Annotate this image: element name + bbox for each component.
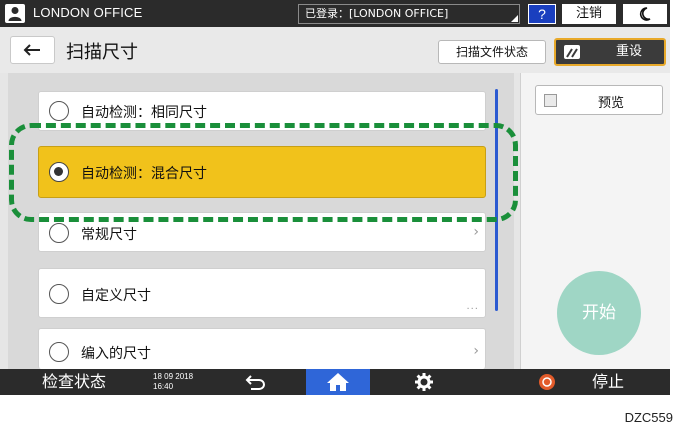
corner-triangle-icon	[511, 15, 518, 22]
page-title: 扫描尺寸	[66, 42, 138, 63]
reset-button[interactable]: 重设	[554, 38, 666, 66]
login-status-label: 已登录：[LONDON OFFICE]	[305, 7, 449, 20]
option-custom-size[interactable]: 自定义尺寸 ···	[38, 268, 486, 318]
scan-status-button[interactable]: 扫描文件状态	[438, 40, 546, 64]
document-code: DZC559	[624, 410, 673, 425]
preview-checkbox[interactable]	[544, 94, 557, 107]
user-icon	[8, 7, 22, 21]
arrow-left-icon	[23, 44, 40, 56]
preview-label: 预览	[598, 96, 625, 111]
moon-icon	[639, 7, 651, 21]
reset-icon	[564, 45, 580, 59]
option-programmed-size[interactable]: 编入的尺寸 ›	[38, 328, 486, 369]
start-button[interactable]: 开始	[557, 271, 641, 355]
settings-button[interactable]	[408, 369, 440, 395]
bottom-bar: 检查状态 18 09 2018 16:40 停止	[0, 369, 670, 395]
option-label: 自动检测：相同尺寸	[81, 105, 207, 121]
page-header: 扫描尺寸 扫描文件状态 重设	[0, 27, 670, 73]
datetime: 18 09 2018 16:40	[153, 372, 193, 392]
radio-button[interactable]	[49, 342, 69, 362]
reset-label: 重设	[616, 44, 643, 59]
highlight-frame	[9, 123, 518, 222]
sleep-button[interactable]	[623, 4, 667, 24]
chevron-right-icon: ›	[473, 343, 479, 359]
stop-icon	[539, 374, 555, 390]
home-icon	[327, 373, 349, 391]
radio-button[interactable]	[49, 223, 69, 243]
preview-button[interactable]: 预览	[535, 85, 663, 115]
gear-icon	[415, 373, 433, 391]
radio-button[interactable]	[49, 101, 69, 121]
user-button[interactable]	[5, 4, 25, 23]
radio-button[interactable]	[49, 284, 69, 304]
office-name: LONDON OFFICE	[33, 5, 143, 20]
chevron-right-icon: ›	[473, 224, 479, 240]
date: 18 09 2018	[153, 372, 194, 381]
option-label: 常规尺寸	[81, 227, 137, 243]
undo-arrow-icon	[245, 375, 265, 390]
logout-button[interactable]: 注销	[562, 4, 616, 24]
ellipsis-icon: ···	[466, 304, 479, 315]
back-button[interactable]	[10, 36, 55, 64]
help-button[interactable]: ?	[528, 4, 556, 24]
login-status[interactable]: 已登录：[LONDON OFFICE]	[298, 4, 520, 24]
time: 16:40	[153, 382, 174, 391]
screen: LONDON OFFICE 已登录：[LONDON OFFICE] ? 注销 扫…	[0, 0, 679, 427]
home-button[interactable]	[306, 369, 370, 395]
top-bar: LONDON OFFICE 已登录：[LONDON OFFICE] ? 注销	[0, 0, 670, 27]
right-panel: 预览 开始	[520, 73, 670, 369]
stop-button[interactable]: 停止	[592, 369, 624, 395]
check-status-button[interactable]: 检查状态	[0, 369, 148, 395]
back-nav-button[interactable]	[236, 369, 276, 395]
option-label: 自定义尺寸	[81, 288, 151, 304]
option-label: 编入的尺寸	[81, 346, 151, 362]
